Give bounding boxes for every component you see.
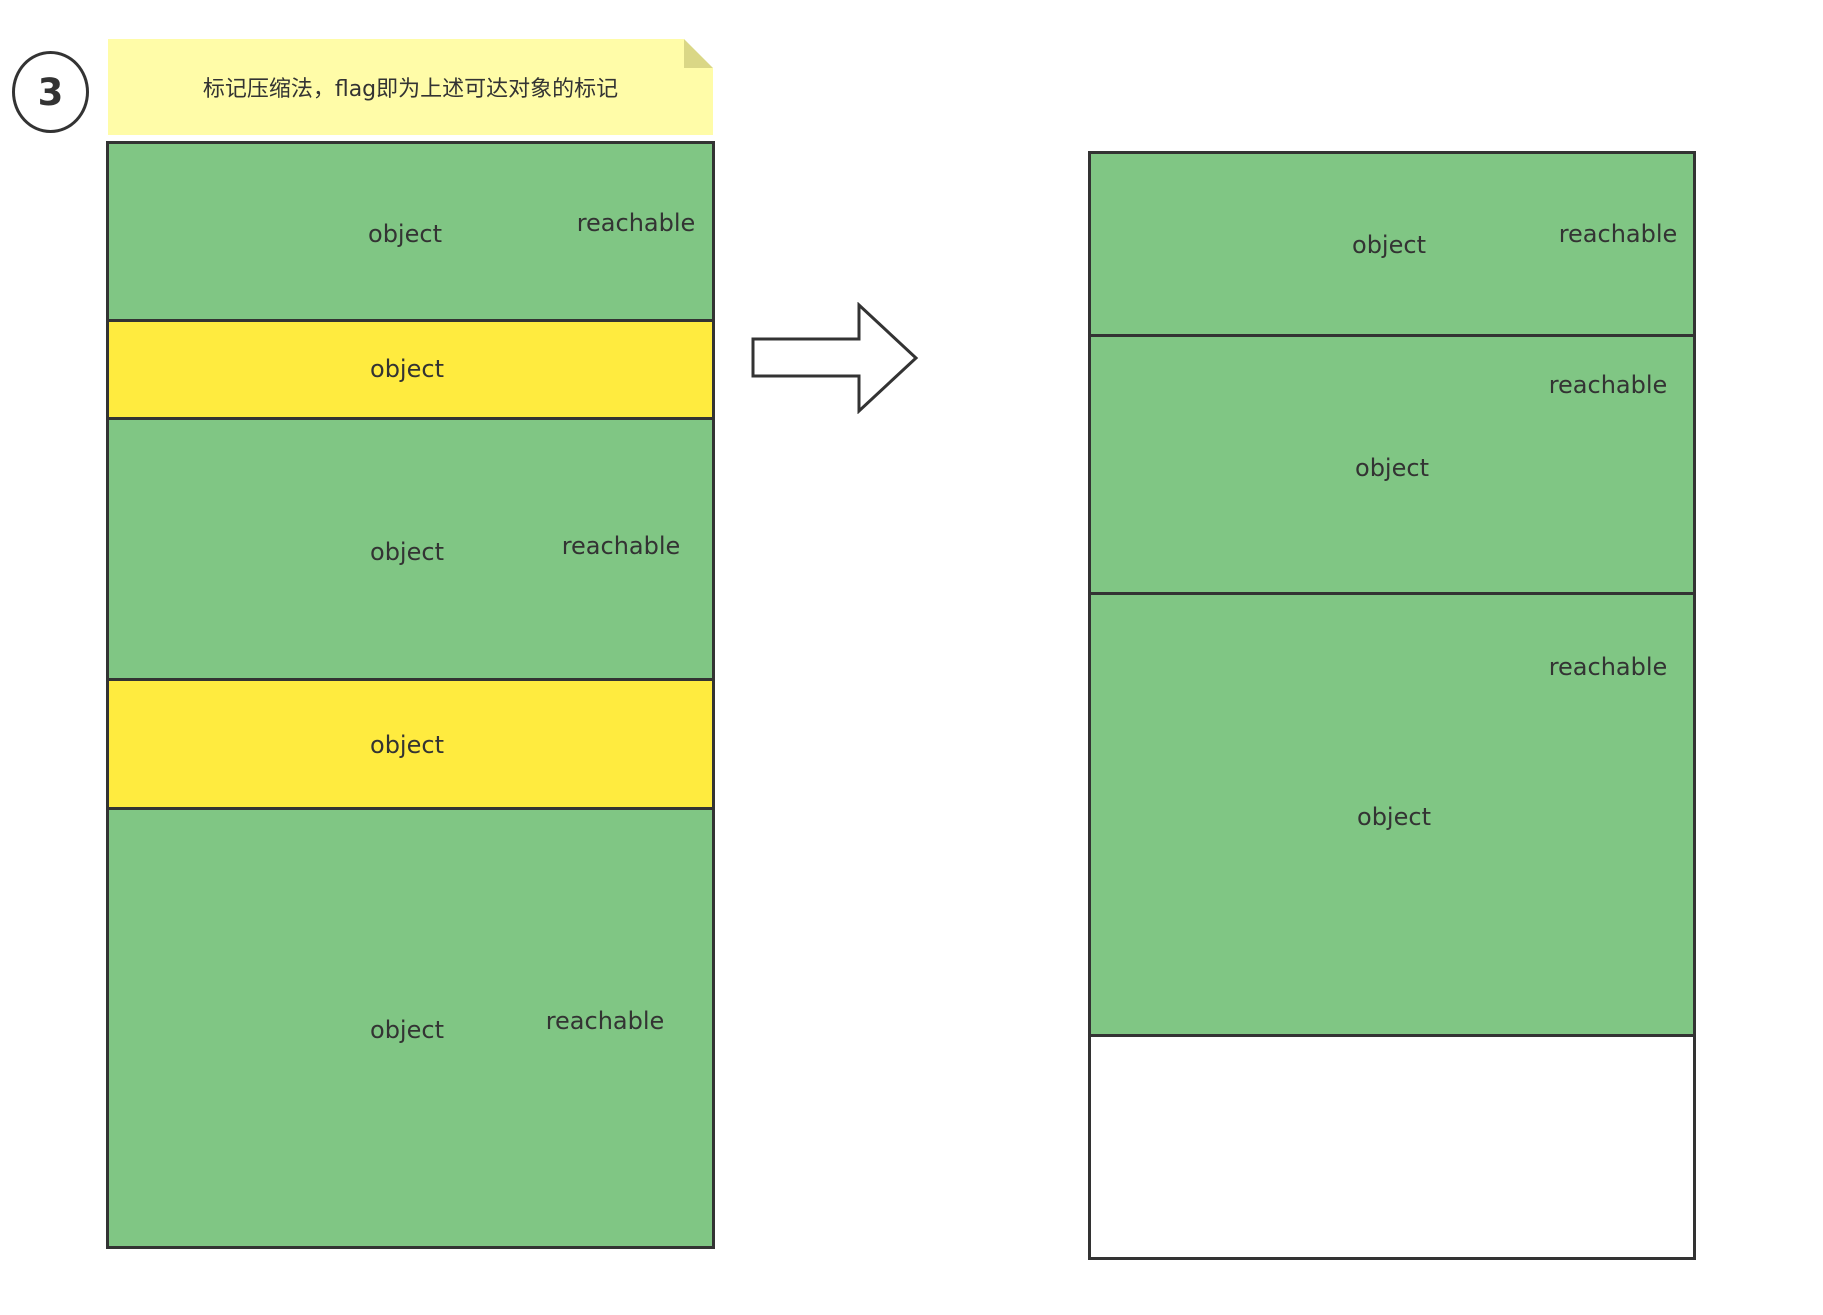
object-label: object xyxy=(368,220,442,248)
before-block-5: object reachable xyxy=(109,807,712,1246)
reachable-flag: reachable xyxy=(1548,653,1668,681)
right-arrow-icon xyxy=(751,302,919,414)
reachable-flag: reachable xyxy=(1548,371,1668,399)
after-block-1: object reachable xyxy=(1091,154,1693,334)
before-block-1: object reachable xyxy=(109,144,712,319)
object-label: object xyxy=(370,731,444,759)
step-number: 3 xyxy=(37,70,64,114)
reachable-flag: reachable xyxy=(561,532,681,560)
after-free-space xyxy=(1091,1034,1693,1257)
before-block-4: object xyxy=(109,678,712,807)
object-label: object xyxy=(370,355,444,383)
after-block-3: object reachable xyxy=(1091,592,1693,1034)
reachable-flag: reachable xyxy=(545,1007,665,1035)
object-label: object xyxy=(1357,803,1431,831)
object-label: object xyxy=(1352,231,1426,259)
after-block-2: object reachable xyxy=(1091,334,1693,592)
sticky-note: 标记压缩法，flag即为上述可达对象的标记 xyxy=(108,39,713,135)
heap-after: object reachable object reachable object… xyxy=(1088,151,1696,1260)
reachable-flag: reachable xyxy=(1558,220,1678,248)
before-block-2: object xyxy=(109,319,712,417)
object-label: object xyxy=(370,538,444,566)
object-label: object xyxy=(370,1016,444,1044)
note-text: 标记压缩法，flag即为上述可达对象的标记 xyxy=(202,77,619,102)
object-label: object xyxy=(1355,454,1429,482)
reachable-flag: reachable xyxy=(576,209,696,237)
step-number-badge: 3 xyxy=(12,51,89,133)
heap-before: object reachable object object reachable… xyxy=(106,141,715,1249)
before-block-3: object reachable xyxy=(109,417,712,678)
